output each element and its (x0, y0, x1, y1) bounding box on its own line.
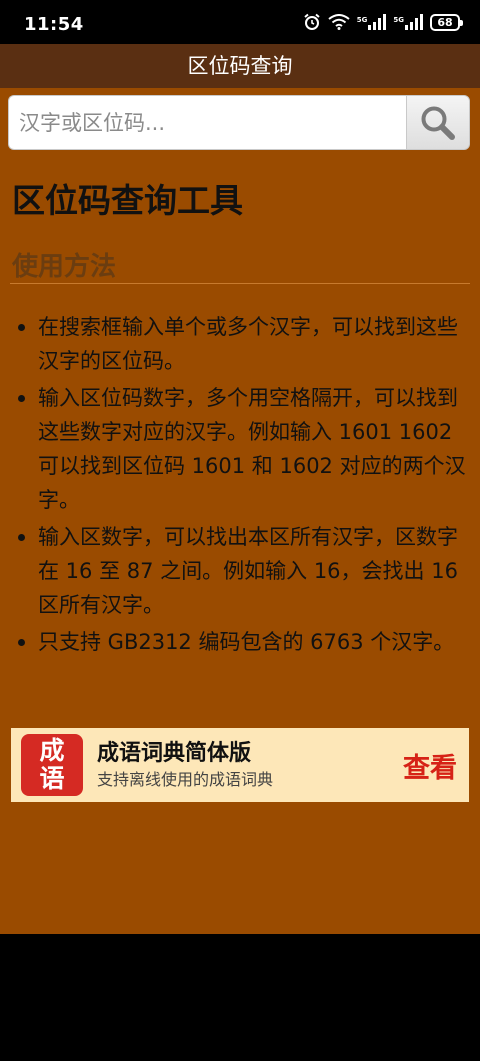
search-icon (421, 106, 455, 140)
alarm-icon (304, 13, 320, 30)
cellular-2: 5G (393, 14, 423, 30)
status-time: 11:54 (24, 14, 84, 35)
list-item: 在搜索框输入单个或多个汉字，可以找到这些汉字的区位码。 (14, 310, 470, 378)
search-button[interactable] (406, 95, 470, 150)
app-bar: 区位码查询 (0, 44, 480, 88)
signal-icon (405, 14, 423, 30)
battery-level: 68 (437, 15, 453, 29)
section-heading: 使用方法 (12, 252, 117, 282)
cellular-1: 5G (357, 14, 387, 30)
list-item: 输入区位码数字，多个用空格隔开，可以找到这些数字对应的汉字。例如输入 1601 … (14, 381, 470, 517)
bottom-area (0, 934, 480, 1061)
ad-banner[interactable]: 成 语 成语词典简体版 支持离线使用的成语词典 查看 (11, 728, 469, 802)
network-type-2: 5G (393, 16, 404, 24)
status-bar: 11:54 5G 5G 68 (0, 0, 480, 44)
ad-subtitle: 支持离线使用的成语词典 (97, 770, 274, 789)
ad-logo: 成 语 (21, 734, 83, 796)
page-title: 区位码查询工具 (12, 181, 243, 220)
status-icons: 5G 5G 68 (303, 13, 463, 31)
search-bar (8, 95, 470, 150)
network-type-1: 5G (356, 16, 368, 24)
list-item: 输入区数字，可以找出本区所有汉字，区数字在 16 至 87 之间。例如输入 16… (14, 520, 470, 622)
search-input[interactable] (8, 95, 406, 150)
ad-text: 成语词典简体版 支持离线使用的成语词典 (97, 739, 403, 791)
list-item: 只支持 GB2312 编码包含的 6763 个汉字。 (14, 625, 470, 659)
section-divider (10, 283, 470, 284)
signal-icon (368, 14, 387, 30)
wifi-icon (328, 14, 350, 30)
ad-logo-char-2: 语 (39, 764, 65, 793)
main-content: 区位码查询工具 使用方法 在搜索框输入单个或多个汉字，可以找到这些汉字的区位码。… (0, 88, 480, 934)
app-title: 区位码查询 (187, 54, 293, 78)
ad-logo-char-1: 成 (39, 736, 65, 765)
ad-view-button[interactable]: 查看 (403, 746, 457, 785)
battery-icon: 68 (430, 13, 463, 31)
usage-list: 在搜索框输入单个或多个汉字，可以找到这些汉字的区位码。 输入区位码数字，多个用空… (14, 310, 470, 662)
ad-title: 成语词典简体版 (97, 741, 252, 766)
